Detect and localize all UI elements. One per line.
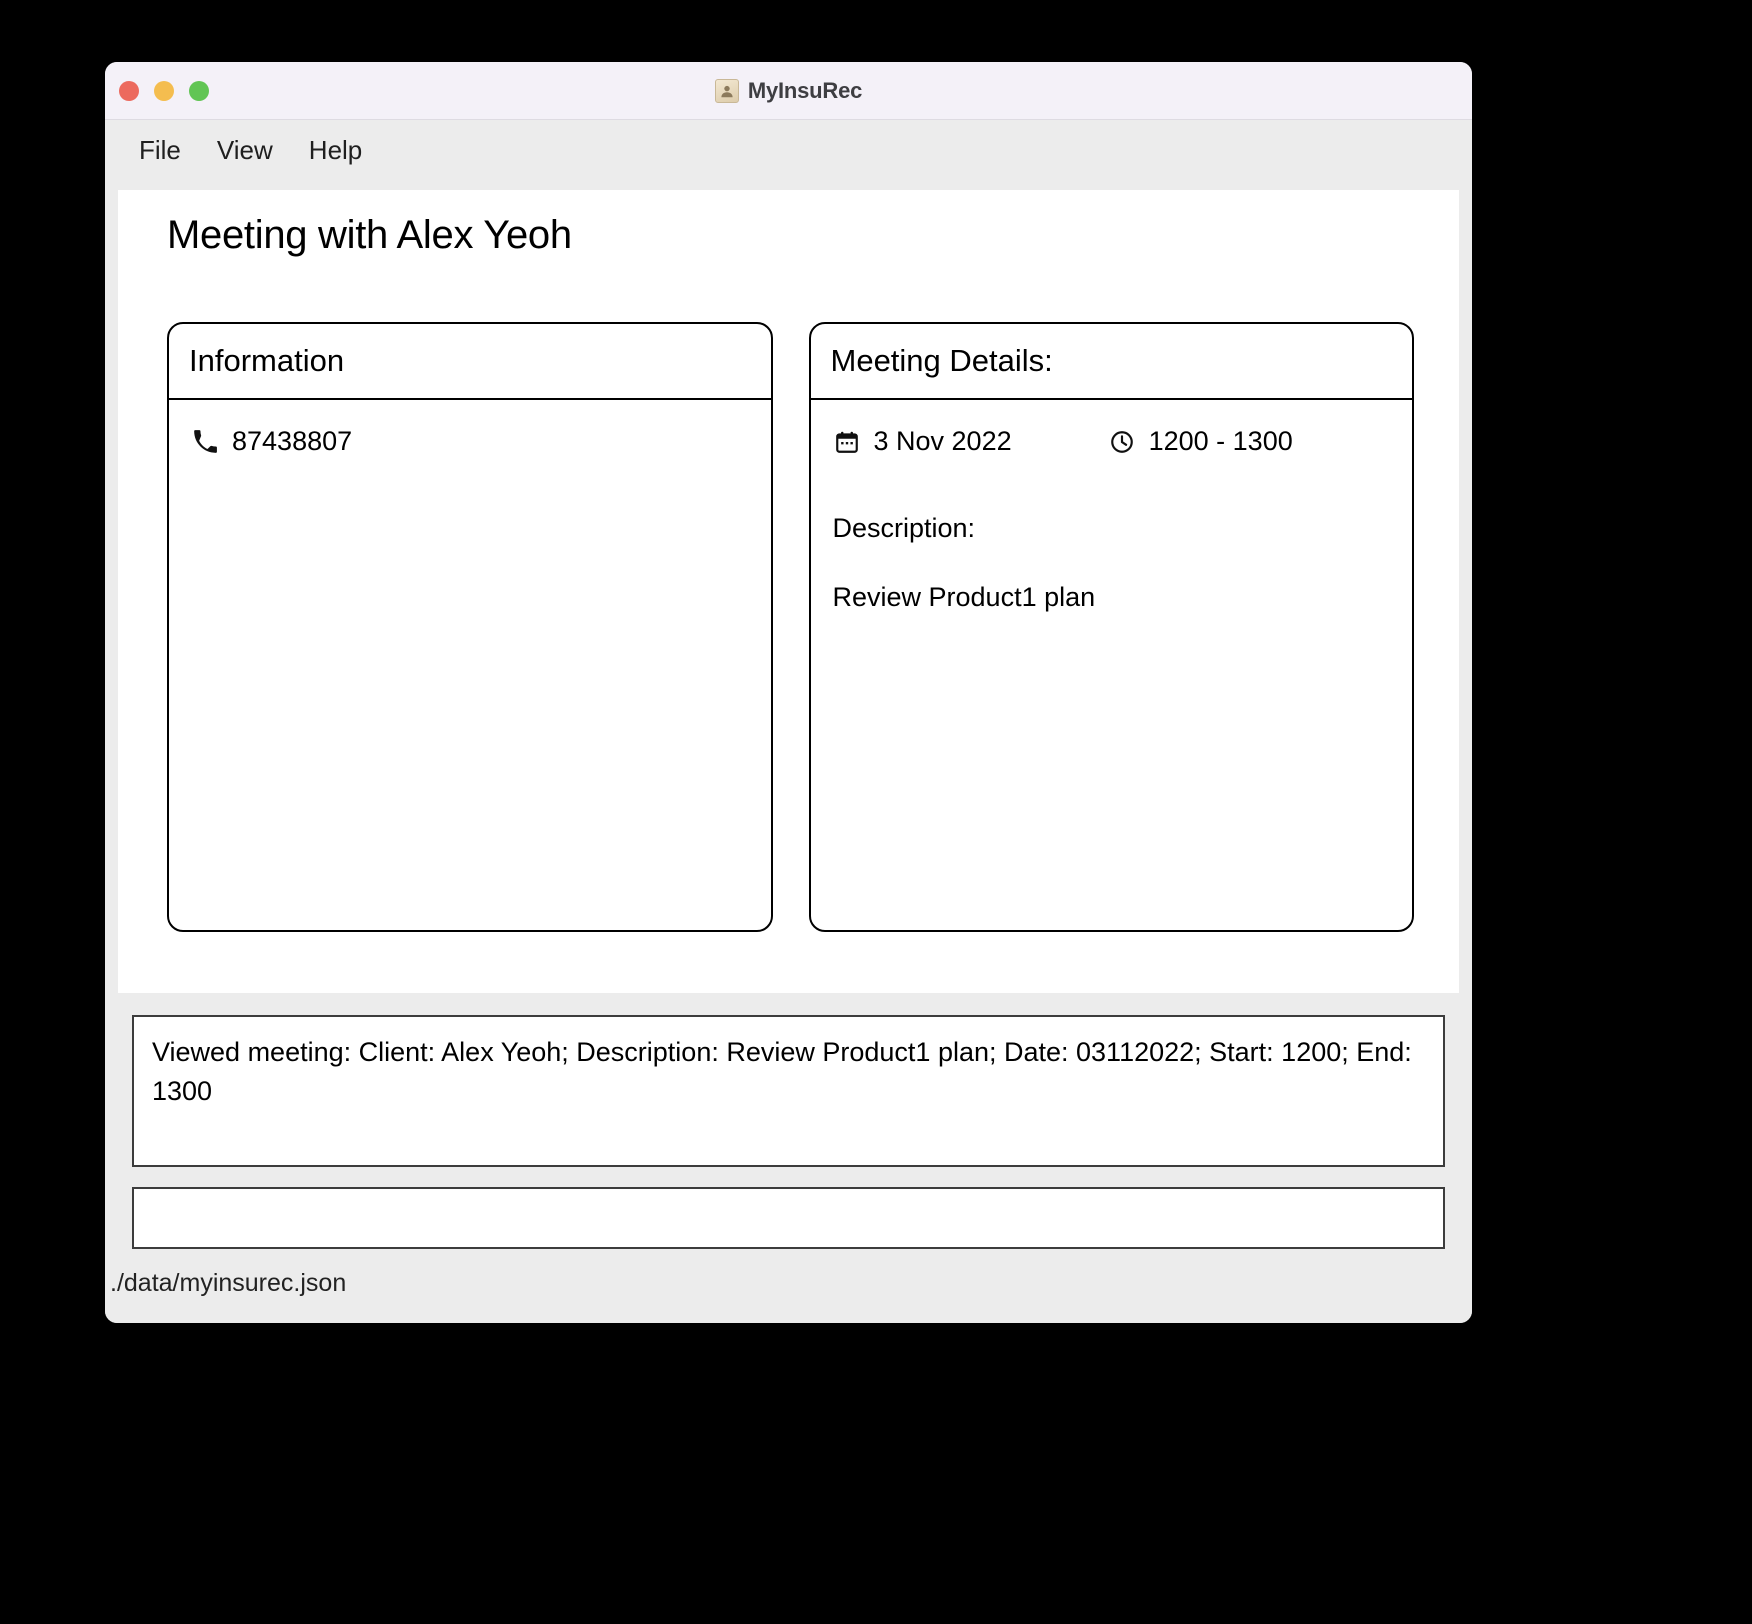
information-card-header: Information <box>169 324 771 400</box>
calendar-icon <box>833 428 861 456</box>
menu-bar: File View Help <box>105 120 1472 180</box>
meeting-datetime-row: 3 Nov 2022 1200 - 1300 <box>833 426 1391 457</box>
menu-item-view[interactable]: View <box>203 131 287 170</box>
information-card-title: Information <box>189 343 345 378</box>
window-title-group: MyInsuRec <box>105 62 1472 120</box>
close-window-button[interactable] <box>119 81 139 101</box>
phone-number: 87438807 <box>232 426 353 456</box>
phone-row: 87438807 <box>191 426 749 457</box>
application-window: MyInsuRec File View Help Meeting with Al… <box>105 62 1472 1323</box>
content-panel: Meeting with Alex Yeoh Information 87438… <box>118 190 1459 993</box>
meeting-details-card-body: 3 Nov 2022 1200 - 1300 Description: Revi… <box>811 400 1413 930</box>
result-message: Viewed meeting: Client: Alex Yeoh; Descr… <box>152 1037 1412 1107</box>
result-display-box: Viewed meeting: Client: Alex Yeoh; Descr… <box>132 1015 1445 1167</box>
command-input[interactable] <box>132 1187 1445 1249</box>
meeting-date: 3 Nov 2022 <box>833 426 1012 457</box>
menu-item-file[interactable]: File <box>125 131 195 170</box>
page-title: Meeting with Alex Yeoh <box>167 213 572 257</box>
meeting-time-value: 1200 - 1300 <box>1148 426 1293 456</box>
meeting-time: 1200 - 1300 <box>1108 426 1293 457</box>
description-label: Description: <box>832 513 976 543</box>
bottom-area: Viewed meeting: Client: Alex Yeoh; Descr… <box>105 993 1472 1323</box>
phone-icon <box>191 428 219 456</box>
contact-card-icon <box>714 79 739 103</box>
minimize-window-button[interactable] <box>154 81 174 101</box>
information-card-body: 87438807 <box>169 400 771 930</box>
meeting-date-value: 3 Nov 2022 <box>873 426 1012 456</box>
window-controls <box>119 62 209 120</box>
meeting-details-card: Meeting Details: 3 Nov 2022 1200 - 1300 … <box>808 322 1414 932</box>
description-value: Review Product1 plan <box>832 582 1096 612</box>
title-bar: MyInsuRec <box>105 62 1472 120</box>
meeting-details-card-title: Meeting Details: <box>830 343 1053 378</box>
cards-container: Information 87438807 Meeting Details: 3 … <box>167 322 1414 932</box>
screen: MyInsuRec File View Help Meeting with Al… <box>0 0 1752 1624</box>
menu-item-help[interactable]: Help <box>295 131 376 170</box>
meeting-details-card-header: Meeting Details: <box>810 324 1412 400</box>
window-title: MyInsuRec <box>747 78 863 103</box>
status-bar-file-path: ./data/myinsurec.json <box>110 1269 347 1297</box>
maximize-window-button[interactable] <box>189 81 209 101</box>
clock-icon <box>1108 428 1136 456</box>
information-card: Information 87438807 <box>167 322 773 932</box>
